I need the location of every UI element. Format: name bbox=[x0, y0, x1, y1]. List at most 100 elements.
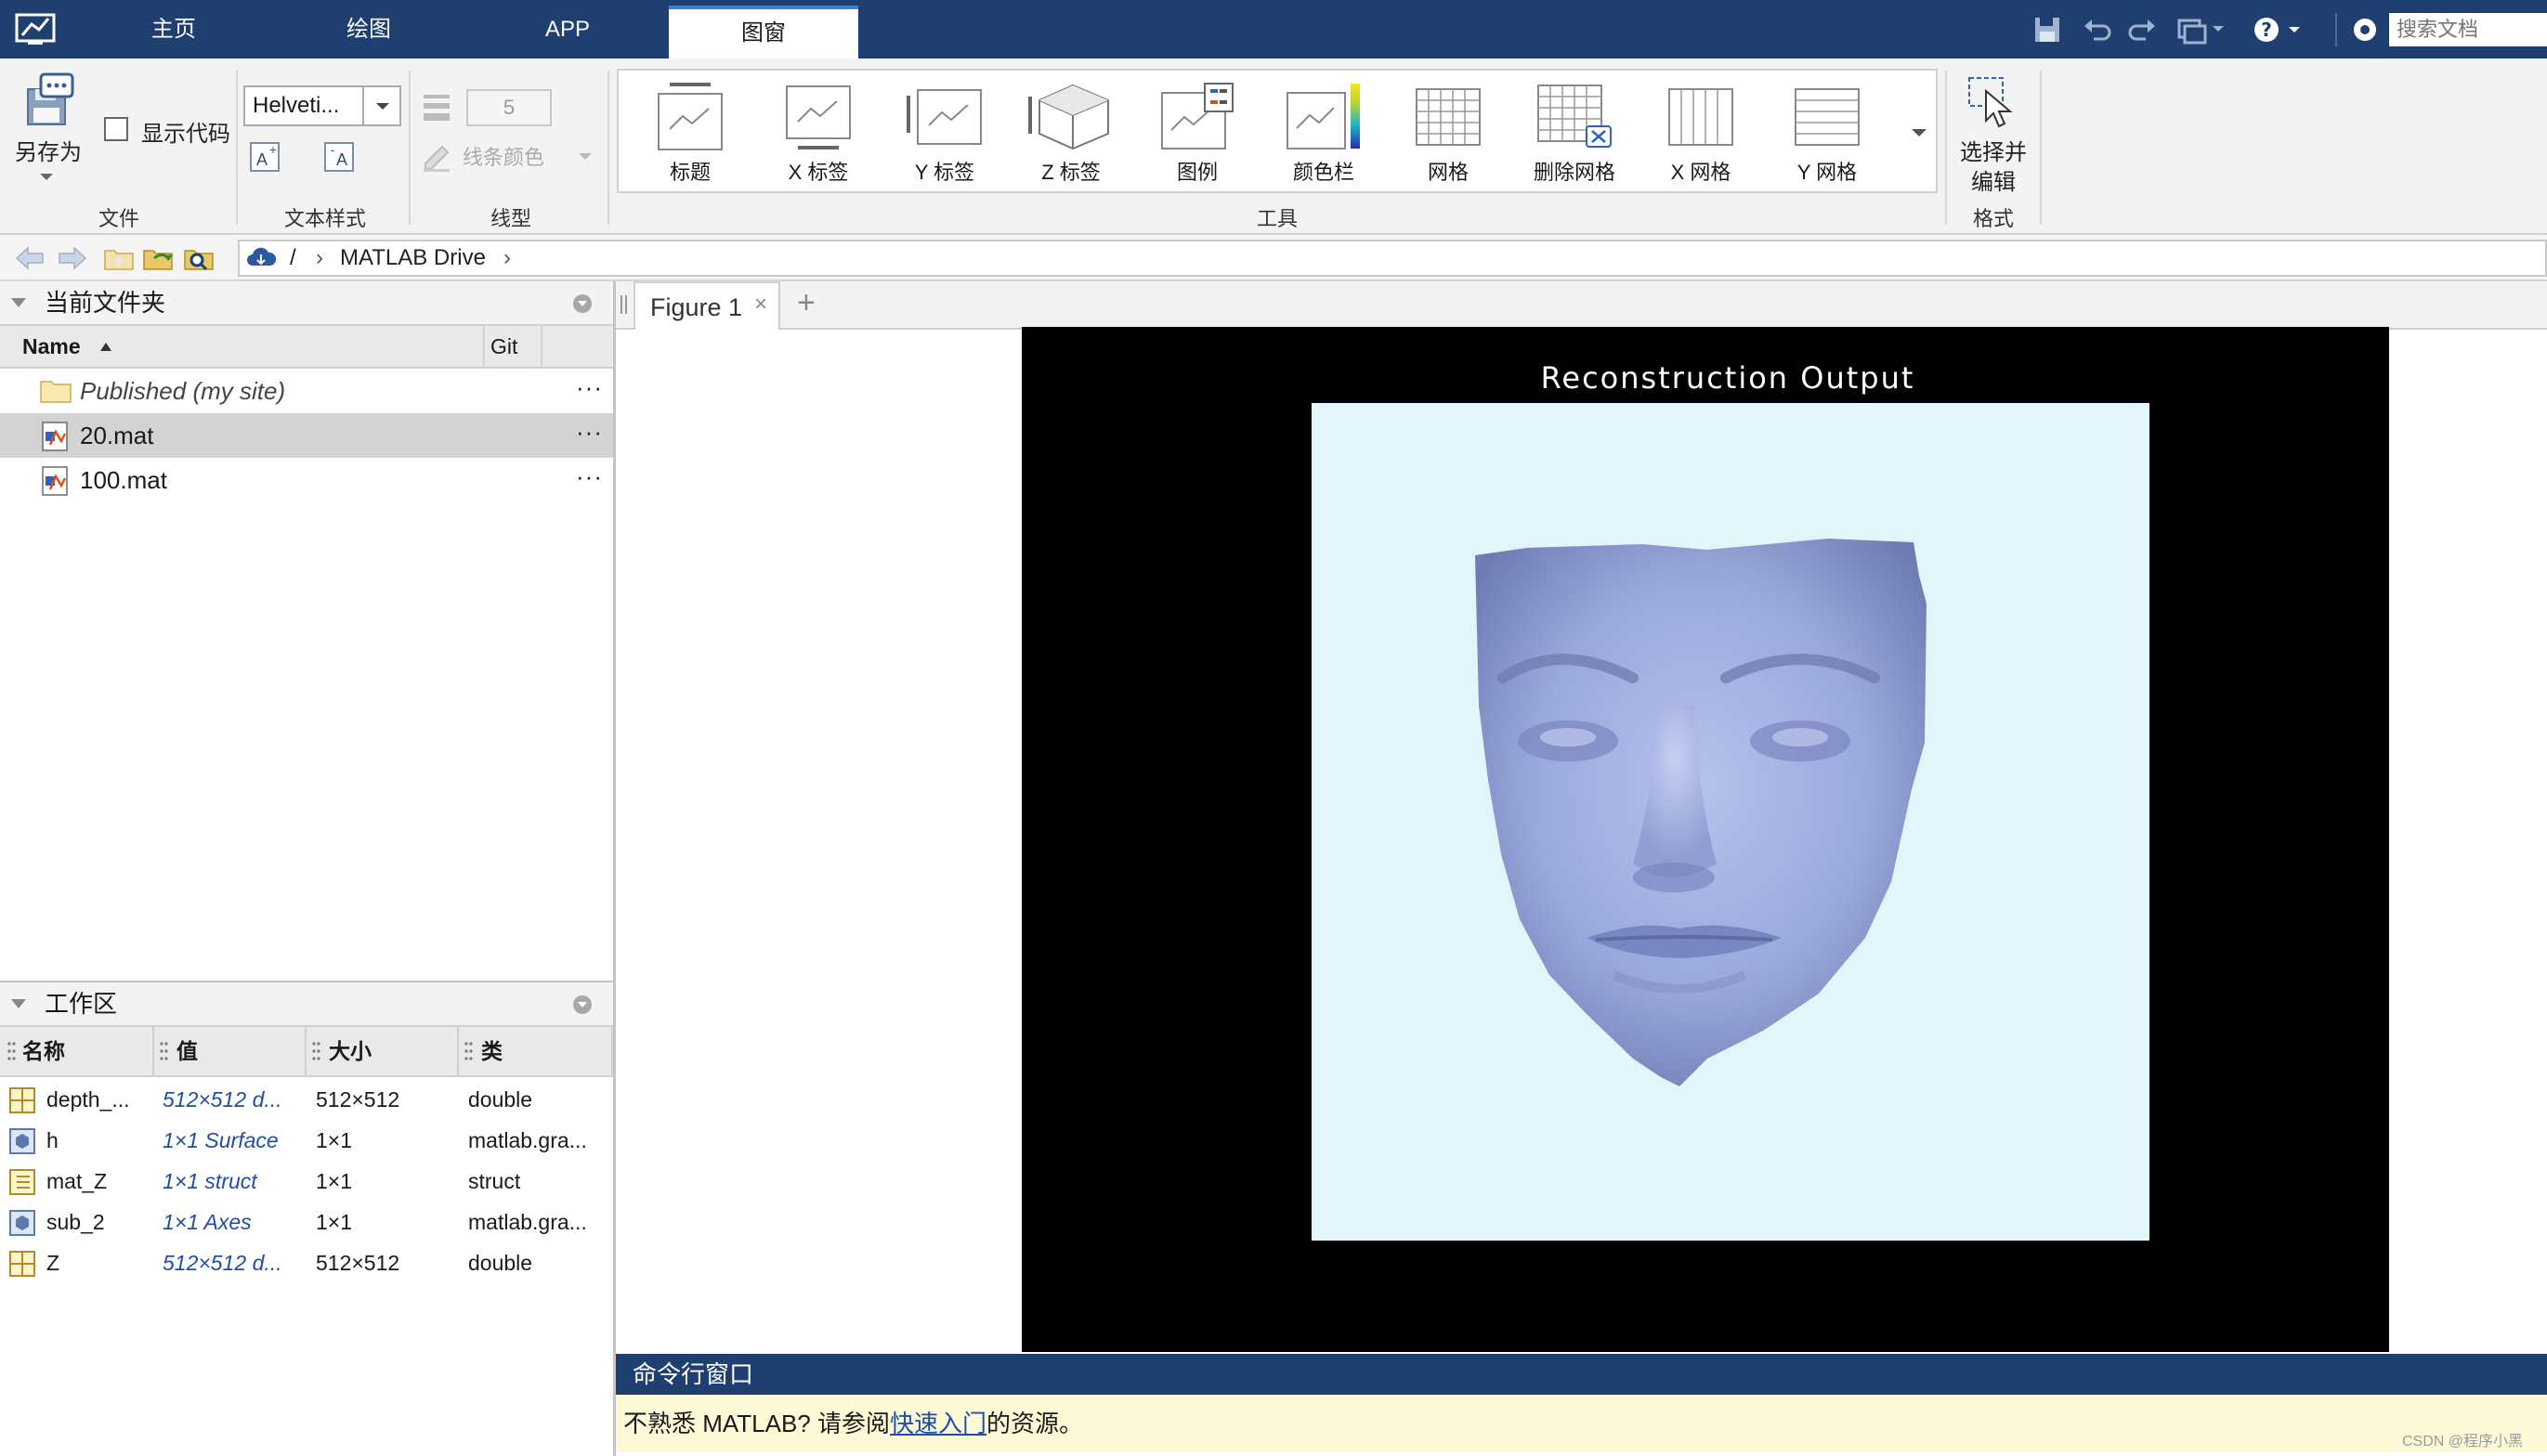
app-logo-icon[interactable] bbox=[13, 11, 59, 46]
title-tool-button[interactable]: 标题 bbox=[630, 80, 751, 189]
save-icon[interactable] bbox=[2031, 13, 2064, 46]
svg-text:?: ? bbox=[2261, 19, 2272, 41]
column-ws-value[interactable]: 值 bbox=[154, 1027, 307, 1075]
command-window[interactable]: 不熟悉 MATLAB? 请参阅快速入门的资源。 bbox=[616, 1395, 2547, 1452]
ylabel-tool-button[interactable]: Y 标签 bbox=[884, 80, 1005, 189]
forward-arrow-icon[interactable] bbox=[56, 243, 89, 273]
column-ws-class[interactable]: 类 bbox=[459, 1027, 613, 1075]
back-arrow-icon[interactable] bbox=[13, 243, 46, 273]
tab-apps[interactable]: APP bbox=[505, 0, 630, 58]
tools-section-label: 工具 bbox=[1256, 207, 1298, 230]
drag-handle-icon[interactable] bbox=[7, 1040, 17, 1062]
chevron-down-icon[interactable] bbox=[362, 87, 401, 124]
line-width-input[interactable]: 5 bbox=[466, 89, 552, 126]
gallery-expand-icon[interactable] bbox=[1908, 121, 1930, 143]
colorbar-tool-label: 颜色栏 bbox=[1292, 161, 1354, 184]
mat-file-icon bbox=[39, 465, 72, 497]
grid-tool-button[interactable]: 网格 bbox=[1388, 80, 1509, 189]
window-layout-icon[interactable] bbox=[2175, 13, 2227, 46]
panel-options-icon[interactable] bbox=[570, 993, 594, 1017]
zlabel-tool-icon bbox=[1011, 80, 1131, 154]
add-tab-icon[interactable]: + bbox=[797, 284, 816, 321]
list-item[interactable]: 20.mat ··· bbox=[0, 413, 613, 458]
up-folder-icon[interactable] bbox=[102, 243, 136, 273]
tab-home[interactable]: 主页 bbox=[111, 0, 236, 58]
breadcrumb-root[interactable]: / bbox=[290, 243, 296, 273]
undo-icon[interactable] bbox=[2081, 13, 2114, 46]
select-edit-label-line2[interactable]: 编辑 bbox=[1949, 163, 2038, 196]
tab-plots[interactable]: 绘图 bbox=[307, 0, 431, 58]
zlabel-tool-button[interactable]: Z 标签 bbox=[1011, 80, 1131, 189]
save-as-icon[interactable] bbox=[19, 72, 78, 128]
column-ws-name[interactable]: 名称 bbox=[0, 1027, 154, 1075]
panel-options-icon[interactable] bbox=[570, 292, 594, 316]
browse-folder-icon[interactable] bbox=[141, 243, 176, 273]
collapse-triangle-icon[interactable] bbox=[9, 295, 28, 310]
column-ws-size[interactable]: 大小 bbox=[307, 1027, 459, 1075]
xgrid-tool-button[interactable]: X 网格 bbox=[1640, 80, 1761, 189]
ribbon-divider bbox=[236, 71, 238, 225]
ws-var-value: 512×512 d... bbox=[163, 1087, 282, 1112]
search-docs-input[interactable] bbox=[2389, 13, 2547, 46]
xlabel-tool-label: X 标签 bbox=[788, 161, 849, 184]
xlabel-tool-button[interactable]: X 标签 bbox=[758, 80, 879, 189]
ygrid-tool-button[interactable]: Y 网格 bbox=[1767, 80, 1887, 189]
list-item[interactable]: Published (my site) ··· bbox=[0, 369, 613, 413]
row-actions-button[interactable]: ··· bbox=[576, 458, 603, 495]
ws-var-class: double bbox=[468, 1087, 533, 1112]
tab-figure[interactable]: 图窗 bbox=[669, 6, 858, 58]
current-folder-title: 当前文件夹 bbox=[45, 289, 166, 317]
show-code-checkbox[interactable] bbox=[104, 117, 128, 141]
table-row[interactable]: mat_Z 1×1 struct 1×1 struct bbox=[0, 1161, 613, 1202]
object-icon bbox=[9, 1128, 35, 1154]
quick-start-link[interactable]: 快速入门 bbox=[890, 1410, 986, 1437]
line-style-section-label: 线型 bbox=[490, 207, 531, 230]
table-row[interactable]: depth_... 512×512 d... 512×512 double bbox=[0, 1079, 613, 1120]
font-increase-icon[interactable]: A + bbox=[249, 139, 282, 173]
line-color-icon bbox=[420, 139, 453, 173]
address-field[interactable] bbox=[238, 240, 2547, 277]
matrix-icon bbox=[9, 1251, 35, 1277]
collapse-triangle-icon[interactable] bbox=[9, 996, 28, 1011]
select-edit-icon[interactable] bbox=[1964, 74, 2019, 130]
remove-grid-tool-button[interactable]: 删除网格 bbox=[1514, 80, 1635, 189]
search-folder-icon[interactable] bbox=[182, 241, 217, 273]
ribbon-divider bbox=[409, 71, 411, 225]
save-as-dropdown-icon[interactable] bbox=[37, 167, 56, 186]
row-actions-button[interactable]: ··· bbox=[576, 369, 603, 406]
ws-var-name: depth_... bbox=[46, 1087, 130, 1112]
line-color-dropdown-icon[interactable] bbox=[576, 147, 594, 165]
save-as-button[interactable]: 另存为 bbox=[11, 134, 85, 166]
folder-icon bbox=[39, 376, 72, 408]
drag-handle-icon[interactable] bbox=[312, 1040, 321, 1062]
breadcrumb-matlab-drive[interactable]: MATLAB Drive bbox=[340, 243, 486, 273]
legend-tool-button[interactable]: 图例 bbox=[1137, 80, 1258, 189]
drag-handle-icon[interactable] bbox=[160, 1040, 169, 1062]
legend-tool-icon bbox=[1137, 80, 1258, 154]
table-row[interactable]: Z 512×512 d... 512×512 double bbox=[0, 1242, 613, 1283]
column-git[interactable]: Git bbox=[485, 326, 542, 367]
redo-icon[interactable] bbox=[2125, 13, 2159, 46]
select-edit-label-line1[interactable]: 选择并 bbox=[1949, 134, 2038, 166]
line-color-label[interactable]: 线条颜色 bbox=[463, 141, 544, 171]
ws-var-value: 512×512 d... bbox=[163, 1251, 282, 1275]
help-icon[interactable]: ? bbox=[2252, 13, 2307, 46]
close-tab-icon[interactable]: × bbox=[754, 292, 767, 318]
community-icon[interactable] bbox=[2348, 13, 2382, 46]
row-actions-button[interactable]: ··· bbox=[576, 413, 603, 450]
remove-grid-icon bbox=[1514, 80, 1635, 154]
ws-var-name: sub_2 bbox=[46, 1210, 105, 1234]
figure-tab-bar bbox=[616, 281, 2547, 330]
drag-handle-icon[interactable] bbox=[464, 1040, 474, 1062]
colorbar-tool-button[interactable]: 颜色栏 bbox=[1263, 80, 1384, 189]
column-name[interactable]: Name bbox=[0, 326, 485, 367]
title-tool-icon bbox=[630, 80, 751, 154]
xgrid-tool-label: X 网格 bbox=[1670, 161, 1731, 184]
drag-handle-icon[interactable] bbox=[620, 293, 628, 316]
table-row[interactable]: sub_2 1×1 Axes 1×1 matlab.gra... bbox=[0, 1202, 613, 1242]
table-row[interactable]: h 1×1 Surface 1×1 matlab.gra... bbox=[0, 1120, 613, 1161]
font-decrease-icon[interactable]: A- bbox=[323, 139, 357, 173]
list-item[interactable]: 100.mat ··· bbox=[0, 458, 613, 502]
face-surface-image[interactable] bbox=[1475, 539, 1928, 1086]
ws-var-class: struct bbox=[468, 1169, 521, 1193]
